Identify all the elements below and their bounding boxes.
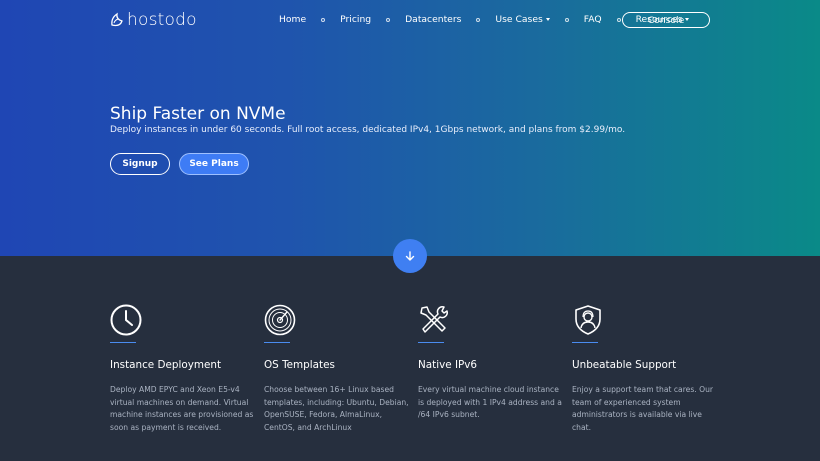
feature-divider	[264, 342, 290, 343]
feature-divider	[572, 342, 598, 343]
feature-divider	[110, 342, 136, 343]
disc-icon	[264, 304, 296, 336]
nav-home[interactable]: Home	[279, 14, 306, 25]
nav-pricing[interactable]: Pricing	[340, 14, 371, 25]
nav-separator	[564, 17, 569, 22]
nav-use-cases[interactable]: Use Cases	[495, 14, 550, 25]
nav-datacenters[interactable]: Datacenters	[405, 14, 461, 25]
nav-separator	[616, 17, 621, 22]
scroll-down-button[interactable]	[393, 239, 427, 273]
see-plans-button[interactable]: See Plans	[179, 153, 249, 175]
feature-divider	[418, 342, 444, 343]
feature-os-templates: OS Templates Choose between 16+ Linux ba…	[264, 304, 414, 432]
feature-title: Native IPv6	[418, 359, 478, 371]
logo[interactable]: hostodo	[110, 10, 197, 30]
arrow-down-icon	[405, 251, 415, 261]
feature-description: Enjoy a support team that cares. Our tea…	[572, 385, 714, 432]
nav-faq[interactable]: FAQ	[584, 14, 602, 25]
feature-description: Every virtual machine cloud instance is …	[418, 385, 562, 419]
feature-title: Unbeatable Support	[572, 359, 677, 371]
caret-down-icon	[545, 18, 550, 21]
hero-subtitle: Deploy instances in under 60 seconds. Fu…	[110, 125, 626, 135]
clock-icon	[110, 304, 142, 336]
nav-separator	[476, 17, 481, 22]
signup-button[interactable]: Signup	[110, 153, 170, 175]
logo-text: hostodo	[127, 10, 197, 30]
feature-native-ipv6: Native IPv6 Every virtual machine cloud …	[418, 304, 568, 419]
feature-title: Instance Deployment	[110, 359, 222, 371]
nav-separator	[321, 17, 326, 22]
hero-section: hostodo Home Pricing Datacenters Use Cas…	[0, 0, 820, 256]
support-shield-icon	[575, 305, 601, 335]
top-nav: hostodo Home Pricing Datacenters Use Cas…	[0, 0, 820, 40]
feature-unbeatable-support: Unbeatable Support Enjoy a support team …	[572, 304, 722, 432]
hero-title: Ship Faster on NVMe	[110, 104, 286, 124]
logo-icon	[111, 12, 123, 27]
tools-icon	[420, 306, 448, 333]
feature-title: OS Templates	[264, 359, 335, 371]
feature-description: Deploy AMD EPYC and Xeon E5-v4 virtual m…	[110, 385, 254, 432]
feature-description: Choose between 16+ Linux based templates…	[264, 385, 409, 432]
console-button[interactable]: Console	[622, 12, 710, 28]
nav-separator	[386, 17, 391, 22]
feature-instance-deployment: Instance Deployment Deploy AMD EPYC and …	[110, 304, 260, 432]
nav-use-cases-label: Use Cases	[495, 14, 543, 25]
